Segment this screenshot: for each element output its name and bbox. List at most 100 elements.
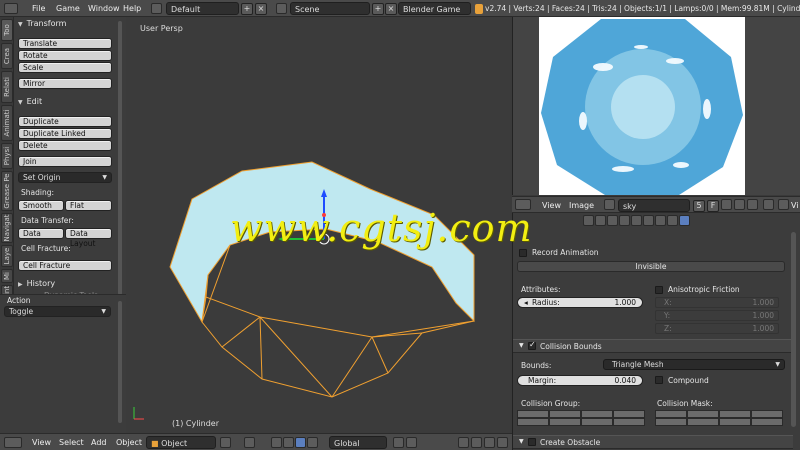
collision-bounds-checkbox[interactable] bbox=[528, 340, 536, 350]
physics-tab-icon[interactable] bbox=[679, 215, 690, 226]
interaction-mode-select[interactable]: ■ Object Mode bbox=[146, 436, 216, 449]
edit-panel-header[interactable]: ▼ Edit bbox=[18, 96, 42, 108]
remove-scene-button[interactable]: × bbox=[385, 3, 397, 15]
physics-type-select[interactable]: Invisible bbox=[517, 261, 785, 272]
data-transfer-button[interactable]: Data bbox=[18, 228, 64, 239]
image-editor-canvas[interactable] bbox=[512, 17, 800, 195]
duplicate-button[interactable]: Duplicate bbox=[18, 116, 112, 127]
friction-x-field[interactable]: X: 1.000 bbox=[655, 297, 779, 308]
scale-manipulator-icon[interactable] bbox=[307, 437, 318, 448]
rotate-button[interactable]: Rotate bbox=[18, 50, 112, 61]
editor-type-icon[interactable] bbox=[4, 3, 18, 14]
tab-animation[interactable]: Animati bbox=[1, 105, 13, 141]
remove-screen-button[interactable]: × bbox=[255, 3, 267, 15]
tab-grease-pencil[interactable]: Grease Pe bbox=[1, 171, 13, 211]
bounds-select[interactable]: Triangle Mesh ▼ bbox=[603, 359, 785, 370]
data-tab-icon[interactable] bbox=[655, 215, 666, 226]
view-icon[interactable] bbox=[778, 199, 789, 210]
manipulator-toggle-icon[interactable] bbox=[271, 437, 282, 448]
image-browse-icon[interactable] bbox=[604, 199, 615, 210]
set-origin-dropdown[interactable]: Set Origin ▼ bbox=[18, 172, 112, 183]
scene-select[interactable]: Scene bbox=[290, 2, 370, 15]
mirror-button[interactable]: Mirror bbox=[18, 78, 112, 89]
menu-game[interactable]: Game bbox=[56, 2, 80, 15]
material-tab-icon[interactable] bbox=[667, 215, 678, 226]
tab-create[interactable]: Crea bbox=[1, 43, 13, 69]
delete-button[interactable]: Delete bbox=[18, 140, 112, 151]
join-button[interactable]: Join bbox=[18, 156, 112, 167]
shelf-scrollbar[interactable] bbox=[118, 21, 122, 295]
constraints-tab-icon[interactable] bbox=[631, 215, 642, 226]
collision-group-grid[interactable] bbox=[517, 410, 647, 426]
pin-icon[interactable] bbox=[763, 199, 774, 210]
friction-y-field[interactable]: Y: 1.000 bbox=[655, 310, 779, 321]
translate-manipulator-icon[interactable] bbox=[283, 437, 294, 448]
history-panel-header[interactable]: ▶ History bbox=[18, 278, 55, 290]
transform-orientation-select[interactable]: Global bbox=[329, 436, 387, 449]
view-menu-cut[interactable]: Vi bbox=[791, 199, 799, 212]
fake-user-button[interactable]: F bbox=[707, 200, 719, 212]
action-select[interactable]: Toggle ▼ bbox=[4, 306, 111, 317]
compound-checkbox[interactable] bbox=[655, 376, 663, 384]
anisotropic-friction-checkbox[interactable] bbox=[655, 286, 663, 294]
layer-1-button[interactable] bbox=[393, 437, 404, 448]
open-image-icon[interactable] bbox=[734, 199, 745, 210]
menu-object[interactable]: Object bbox=[116, 436, 142, 449]
menu-help[interactable]: Help bbox=[123, 2, 141, 15]
unlink-image-icon[interactable] bbox=[747, 199, 758, 210]
world-tab-icon[interactable] bbox=[607, 215, 618, 226]
image-users-count[interactable]: 5 bbox=[693, 200, 705, 212]
layer-2-button[interactable] bbox=[406, 437, 417, 448]
properties-scrollbar[interactable] bbox=[791, 232, 796, 427]
menu-file[interactable]: File bbox=[32, 2, 45, 15]
snap-toggle-icon[interactable] bbox=[458, 437, 469, 448]
collision-bounds-panel-header[interactable]: ▼ Collision Bounds bbox=[513, 339, 793, 353]
rotate-manipulator-icon[interactable] bbox=[295, 437, 306, 448]
menu-select[interactable]: Select bbox=[59, 436, 84, 449]
tab-tools[interactable]: Too bbox=[1, 19, 13, 41]
render-preview-icon[interactable] bbox=[484, 437, 495, 448]
record-animation-checkbox[interactable] bbox=[519, 249, 527, 257]
editor-type-icon[interactable] bbox=[4, 437, 22, 448]
scene-tab-icon[interactable] bbox=[595, 215, 606, 226]
tab-physics[interactable]: Physi bbox=[1, 143, 13, 169]
pivot-point-icon[interactable] bbox=[244, 437, 255, 448]
scale-button[interactable]: Scale bbox=[18, 62, 112, 73]
new-image-icon[interactable] bbox=[721, 199, 732, 210]
property-context-tabs[interactable] bbox=[583, 215, 693, 227]
radius-field[interactable]: ◂ Radius: 1.000 bbox=[517, 297, 643, 308]
tab-misc[interactable]: Mi bbox=[1, 269, 13, 283]
duplicate-linked-button[interactable]: Duplicate Linked bbox=[18, 128, 112, 139]
tab-relations[interactable]: Relati bbox=[1, 71, 13, 103]
margin-field[interactable]: Margin: 0.040 bbox=[517, 375, 643, 386]
object-tab-icon[interactable] bbox=[619, 215, 630, 226]
menu-view[interactable]: View bbox=[32, 436, 51, 449]
menu-view[interactable]: View bbox=[542, 199, 561, 212]
flat-shading-button[interactable]: Flat bbox=[65, 200, 112, 211]
collision-mask-grid[interactable] bbox=[655, 410, 785, 426]
render-engine-select[interactable]: Blender Game bbox=[398, 2, 471, 15]
add-screen-button[interactable]: + bbox=[241, 3, 253, 15]
tab-layers[interactable]: Laye bbox=[1, 245, 13, 267]
image-name-field[interactable]: sky bbox=[618, 199, 690, 212]
shading-mode-icon[interactable] bbox=[220, 437, 231, 448]
menu-add[interactable]: Add bbox=[91, 436, 107, 449]
menu-window[interactable]: Window bbox=[88, 2, 120, 15]
add-scene-button[interactable]: + bbox=[372, 3, 384, 15]
screen-layout-icon[interactable] bbox=[151, 3, 162, 14]
render-tab-icon[interactable] bbox=[583, 215, 594, 226]
tab-navigation[interactable]: Navigat bbox=[1, 213, 13, 243]
scene-icon[interactable] bbox=[276, 3, 287, 14]
create-obstacle-panel-header[interactable]: ▼ Create Obstacle bbox=[513, 435, 793, 449]
operator-scrollbar[interactable] bbox=[118, 301, 122, 423]
smooth-shading-button[interactable]: Smooth bbox=[18, 200, 64, 211]
friction-z-field[interactable]: Z: 1.000 bbox=[655, 323, 779, 334]
transform-panel-header[interactable]: ▼ Transform bbox=[18, 18, 66, 30]
camera-icon[interactable] bbox=[497, 437, 508, 448]
modifiers-tab-icon[interactable] bbox=[643, 215, 654, 226]
cell-fracture-button[interactable]: Cell Fracture bbox=[18, 260, 112, 271]
screen-layout-select[interactable]: Default bbox=[166, 2, 239, 15]
menu-image[interactable]: Image bbox=[569, 199, 594, 212]
snap-element-icon[interactable] bbox=[471, 437, 482, 448]
create-obstacle-checkbox[interactable] bbox=[528, 438, 536, 446]
